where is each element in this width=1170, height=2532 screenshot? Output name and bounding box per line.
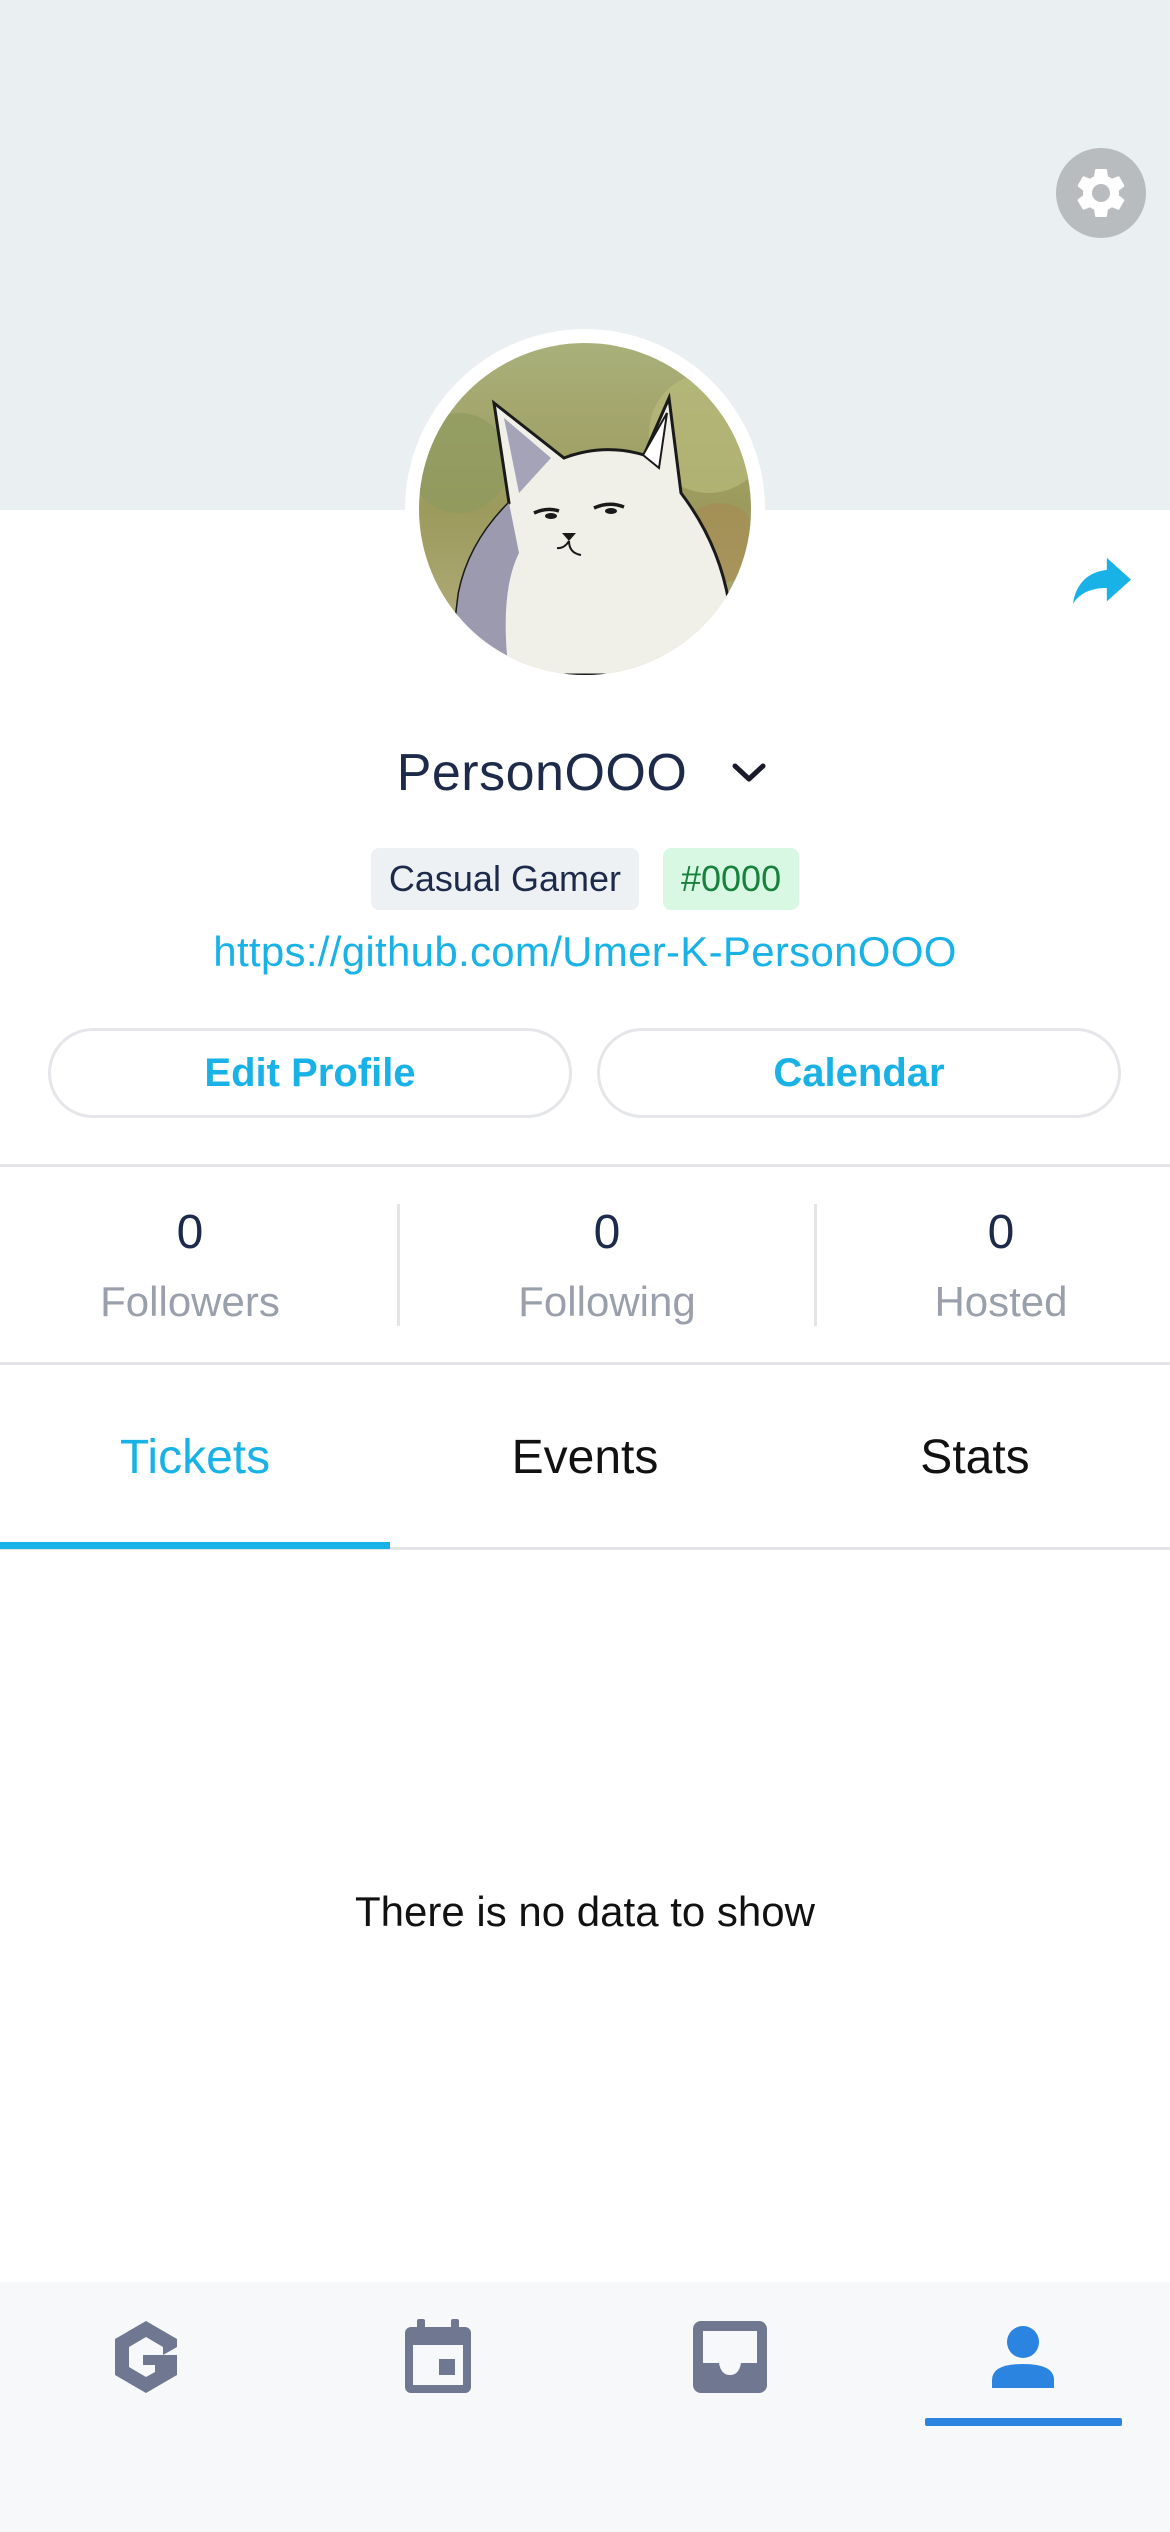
gear-icon xyxy=(1077,168,1125,217)
empty-state-message: There is no data to show xyxy=(355,1888,815,1935)
stat-label: Followers xyxy=(100,1278,280,1325)
nav-inbox[interactable] xyxy=(584,2282,876,2432)
nav-profile[interactable] xyxy=(876,2282,1170,2432)
stat-following[interactable]: 0 Following xyxy=(398,1168,816,1363)
profile-tabs: Tickets Events Stats xyxy=(0,1366,1170,1548)
stat-separator xyxy=(397,1204,400,1326)
calendar-icon xyxy=(405,2319,471,2393)
profile-link[interactable]: https://github.com/Umer-K-PersonOOO xyxy=(0,928,1170,976)
stat-value: 0 xyxy=(593,1206,621,1259)
divider xyxy=(0,1362,1170,1365)
gamer-level-badge: Casual Gamer xyxy=(370,848,639,910)
user-tag-badge: #0000 xyxy=(662,848,800,910)
avatar-image xyxy=(419,343,751,675)
logo-g-icon xyxy=(115,2321,177,2393)
tab-stats[interactable]: Stats xyxy=(780,1366,1170,1548)
stat-value: 0 xyxy=(176,1206,204,1259)
stat-separator xyxy=(814,1204,817,1326)
person-icon xyxy=(992,2326,1054,2388)
stat-label: Following xyxy=(518,1278,696,1325)
username-menu-button[interactable] xyxy=(725,749,773,797)
stat-followers[interactable]: 0 Followers xyxy=(0,1168,380,1363)
active-tab-indicator xyxy=(0,1542,390,1549)
chevron-down-icon xyxy=(732,763,766,782)
profile-badges: Casual Gamer #0000 xyxy=(0,848,1170,910)
tab-tickets[interactable]: Tickets xyxy=(0,1366,390,1548)
share-icon xyxy=(1073,557,1131,604)
settings-button[interactable] xyxy=(1056,148,1146,238)
calendar-button[interactable]: Calendar xyxy=(597,1028,1121,1118)
bottom-nav xyxy=(0,2282,1170,2532)
inbox-icon xyxy=(693,2321,767,2393)
stat-value: 0 xyxy=(987,1206,1015,1259)
profile-stats: 0 Followers 0 Following 0 Hosted xyxy=(0,1168,1170,1363)
tab-events[interactable]: Events xyxy=(390,1366,780,1548)
username-row: PersonOOO xyxy=(0,733,1170,813)
username: PersonOOO xyxy=(396,744,688,802)
divider xyxy=(0,1164,1170,1167)
stat-hosted[interactable]: 0 Hosted xyxy=(816,1168,1170,1363)
stat-label: Hosted xyxy=(934,1278,1068,1325)
edit-profile-button[interactable]: Edit Profile xyxy=(48,1028,572,1118)
avatar[interactable] xyxy=(405,329,765,689)
nav-calendar[interactable] xyxy=(292,2282,584,2432)
nav-home[interactable] xyxy=(0,2282,292,2432)
share-button[interactable] xyxy=(1070,550,1134,614)
active-nav-indicator xyxy=(925,2418,1122,2426)
